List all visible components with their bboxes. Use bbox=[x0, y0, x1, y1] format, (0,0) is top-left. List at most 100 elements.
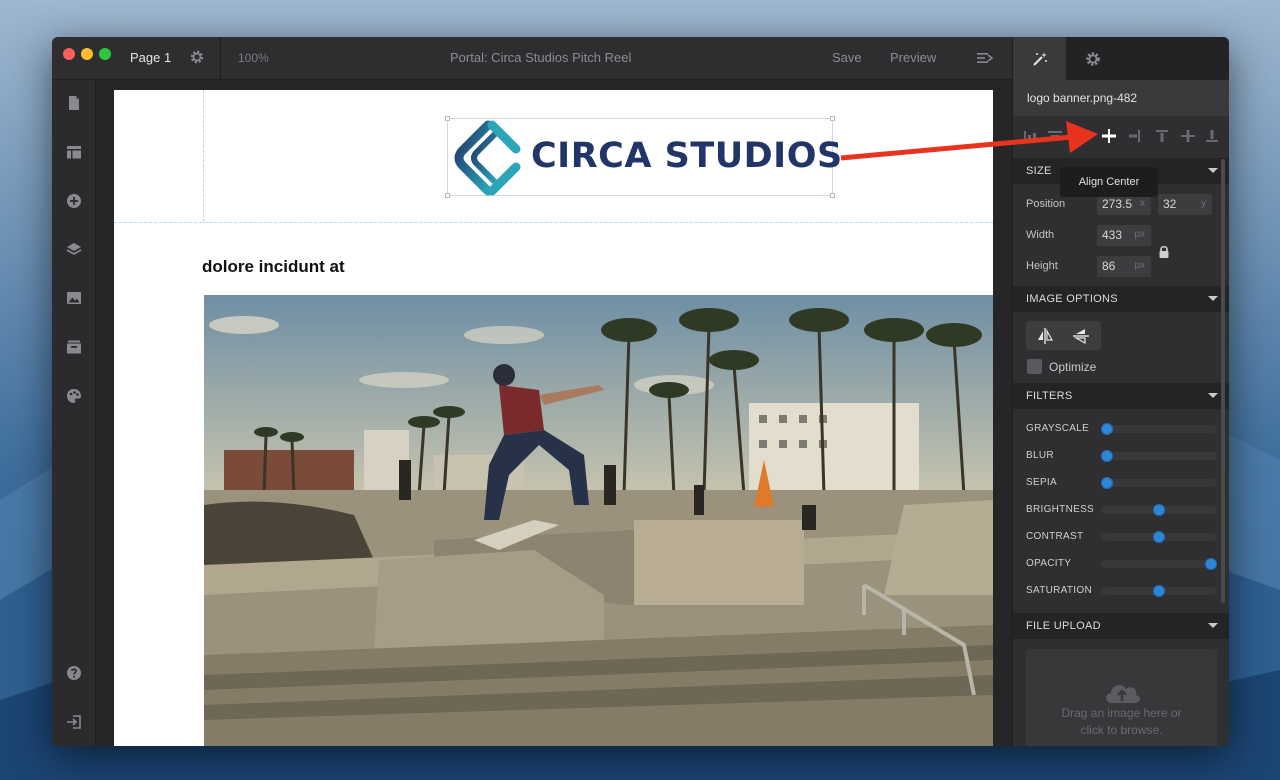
zoom-level[interactable]: 100% bbox=[238, 51, 269, 65]
alignment-toolbar bbox=[1013, 116, 1229, 158]
align-bottom-icon[interactable] bbox=[1204, 128, 1220, 144]
exit-icon[interactable] bbox=[65, 713, 83, 731]
caret-down-icon bbox=[1208, 296, 1218, 301]
width-label: Width bbox=[1026, 229, 1055, 241]
slider-knob[interactable] bbox=[1153, 504, 1165, 516]
position-y-field[interactable]: 32 y bbox=[1158, 194, 1212, 215]
skatepark-photo[interactable] bbox=[204, 295, 993, 746]
file-upload-dropzone[interactable]: Drag an image here or click to browse. bbox=[1026, 649, 1217, 746]
caret-down-icon bbox=[1208, 393, 1218, 398]
filter-label: OPACITY bbox=[1026, 558, 1072, 569]
close-window-button[interactable] bbox=[63, 48, 75, 60]
archive-icon[interactable] bbox=[65, 338, 83, 356]
height-label: Height bbox=[1026, 260, 1058, 272]
horizontal-guide-line bbox=[114, 222, 993, 223]
optimize-label: Optimize bbox=[1049, 360, 1097, 374]
align-right-icon[interactable] bbox=[1126, 128, 1142, 144]
circa-logo-mark-icon bbox=[454, 120, 521, 196]
slider-knob[interactable] bbox=[1101, 450, 1113, 462]
filters-section-header[interactable]: FILTERS bbox=[1013, 383, 1229, 409]
page-icon[interactable] bbox=[65, 94, 83, 112]
resize-handle[interactable] bbox=[830, 116, 835, 121]
slider-knob[interactable] bbox=[1101, 477, 1113, 489]
resize-handle[interactable] bbox=[830, 193, 835, 198]
maximize-window-button[interactable] bbox=[99, 48, 111, 60]
filter-slider[interactable] bbox=[1101, 477, 1217, 489]
position-x-field[interactable]: 273.5 x bbox=[1097, 194, 1151, 215]
section-title: IMAGE OPTIONS bbox=[1026, 293, 1118, 305]
filter-slider[interactable] bbox=[1101, 558, 1217, 570]
add-icon[interactable] bbox=[65, 192, 83, 210]
height-field[interactable]: 86 px bbox=[1097, 256, 1151, 277]
filter-label: SATURATION bbox=[1026, 585, 1092, 596]
slider-knob[interactable] bbox=[1205, 558, 1217, 570]
filter-slider[interactable] bbox=[1101, 504, 1217, 516]
flip-vertical-icon[interactable] bbox=[1072, 327, 1090, 345]
panel-scrollbar[interactable] bbox=[1221, 159, 1225, 603]
page-settings-gear-icon[interactable] bbox=[189, 49, 205, 65]
filter-slider[interactable] bbox=[1101, 531, 1217, 543]
align-center-icon[interactable] bbox=[1101, 128, 1117, 144]
file-upload-section-header[interactable]: FILE UPLOAD bbox=[1013, 613, 1229, 639]
properties-panel: logo banner.png-482 Align Center SIZE Po… bbox=[1012, 37, 1229, 746]
filter-label: GRAYSCALE bbox=[1026, 423, 1090, 434]
upload-hint-line2: click to browse. bbox=[1080, 723, 1163, 737]
filter-slider[interactable] bbox=[1101, 423, 1217, 435]
image-flip-group bbox=[1026, 321, 1101, 350]
vertical-guide-line bbox=[203, 90, 204, 222]
height-value: 86 bbox=[1102, 259, 1116, 273]
left-sidebar bbox=[52, 80, 96, 746]
align-middle-icon[interactable] bbox=[1180, 128, 1196, 144]
flip-horizontal-icon[interactable] bbox=[1036, 327, 1054, 345]
layers-icon[interactable] bbox=[65, 240, 83, 258]
upload-hint-line1: Drag an image here or bbox=[1061, 706, 1182, 720]
minimize-window-button[interactable] bbox=[81, 48, 93, 60]
page-heading[interactable]: dolore incidunt at bbox=[202, 257, 345, 277]
width-field[interactable]: 433 px bbox=[1097, 225, 1151, 246]
filter-slider[interactable] bbox=[1101, 585, 1217, 597]
cloud-upload-icon bbox=[1106, 685, 1141, 703]
position-x-value: 273.5 bbox=[1102, 197, 1133, 211]
layout-icon[interactable] bbox=[65, 143, 83, 161]
tab-magic[interactable] bbox=[1013, 37, 1066, 80]
selected-logo-image[interactable]: CIRCA STUDIOS bbox=[445, 116, 842, 198]
position-x-unit: x bbox=[1140, 198, 1145, 209]
section-title: SIZE bbox=[1026, 165, 1052, 177]
align-center-tooltip: Align Center bbox=[1060, 167, 1158, 197]
page-name[interactable]: Page 1 bbox=[130, 50, 171, 65]
filter-label: CONTRAST bbox=[1026, 531, 1084, 542]
preview-button[interactable]: Preview bbox=[890, 50, 936, 65]
magic-wand-icon bbox=[1033, 52, 1047, 66]
page-canvas[interactable]: CIRCA STUDIOS dolore incidunt at bbox=[114, 90, 993, 746]
slider-knob[interactable] bbox=[1153, 531, 1165, 543]
position-y-unit: y bbox=[1201, 198, 1206, 209]
logo-text: CIRCA STUDIOS bbox=[531, 136, 843, 176]
position-label: Position bbox=[1026, 198, 1066, 210]
menu-collapse-icon[interactable] bbox=[976, 50, 994, 66]
image-options-section-header[interactable]: IMAGE OPTIONS bbox=[1013, 286, 1229, 312]
optimize-checkbox[interactable] bbox=[1027, 359, 1042, 374]
position-y-value: 32 bbox=[1163, 197, 1177, 211]
filter-label: BLUR bbox=[1026, 450, 1054, 461]
align-bottom-distribute-icon[interactable] bbox=[1023, 128, 1039, 144]
help-icon[interactable] bbox=[65, 664, 83, 682]
align-left-icon[interactable] bbox=[1075, 128, 1091, 144]
image-icon[interactable] bbox=[65, 289, 83, 307]
align-top-icon[interactable] bbox=[1154, 128, 1170, 144]
selected-file-bar: logo banner.png-482 bbox=[1013, 80, 1229, 116]
gear-icon[interactable] bbox=[1084, 50, 1102, 68]
slider-knob[interactable] bbox=[1153, 585, 1165, 597]
filter-label: SEPIA bbox=[1026, 477, 1057, 488]
canvas-area: CIRCA STUDIOS dolore incidunt at bbox=[96, 80, 1012, 746]
lock-aspect-icon[interactable] bbox=[1158, 245, 1170, 259]
width-value: 433 bbox=[1102, 228, 1123, 242]
filter-label: BRIGHTNESS bbox=[1026, 504, 1095, 515]
caret-down-icon bbox=[1208, 168, 1218, 173]
palette-icon[interactable] bbox=[65, 387, 83, 405]
filter-slider[interactable] bbox=[1101, 450, 1217, 462]
caret-down-icon bbox=[1208, 623, 1218, 628]
slider-knob[interactable] bbox=[1101, 423, 1113, 435]
save-button[interactable]: Save bbox=[832, 50, 862, 65]
align-top-distribute-icon[interactable] bbox=[1047, 128, 1063, 144]
title-bar-divider bbox=[220, 37, 221, 80]
